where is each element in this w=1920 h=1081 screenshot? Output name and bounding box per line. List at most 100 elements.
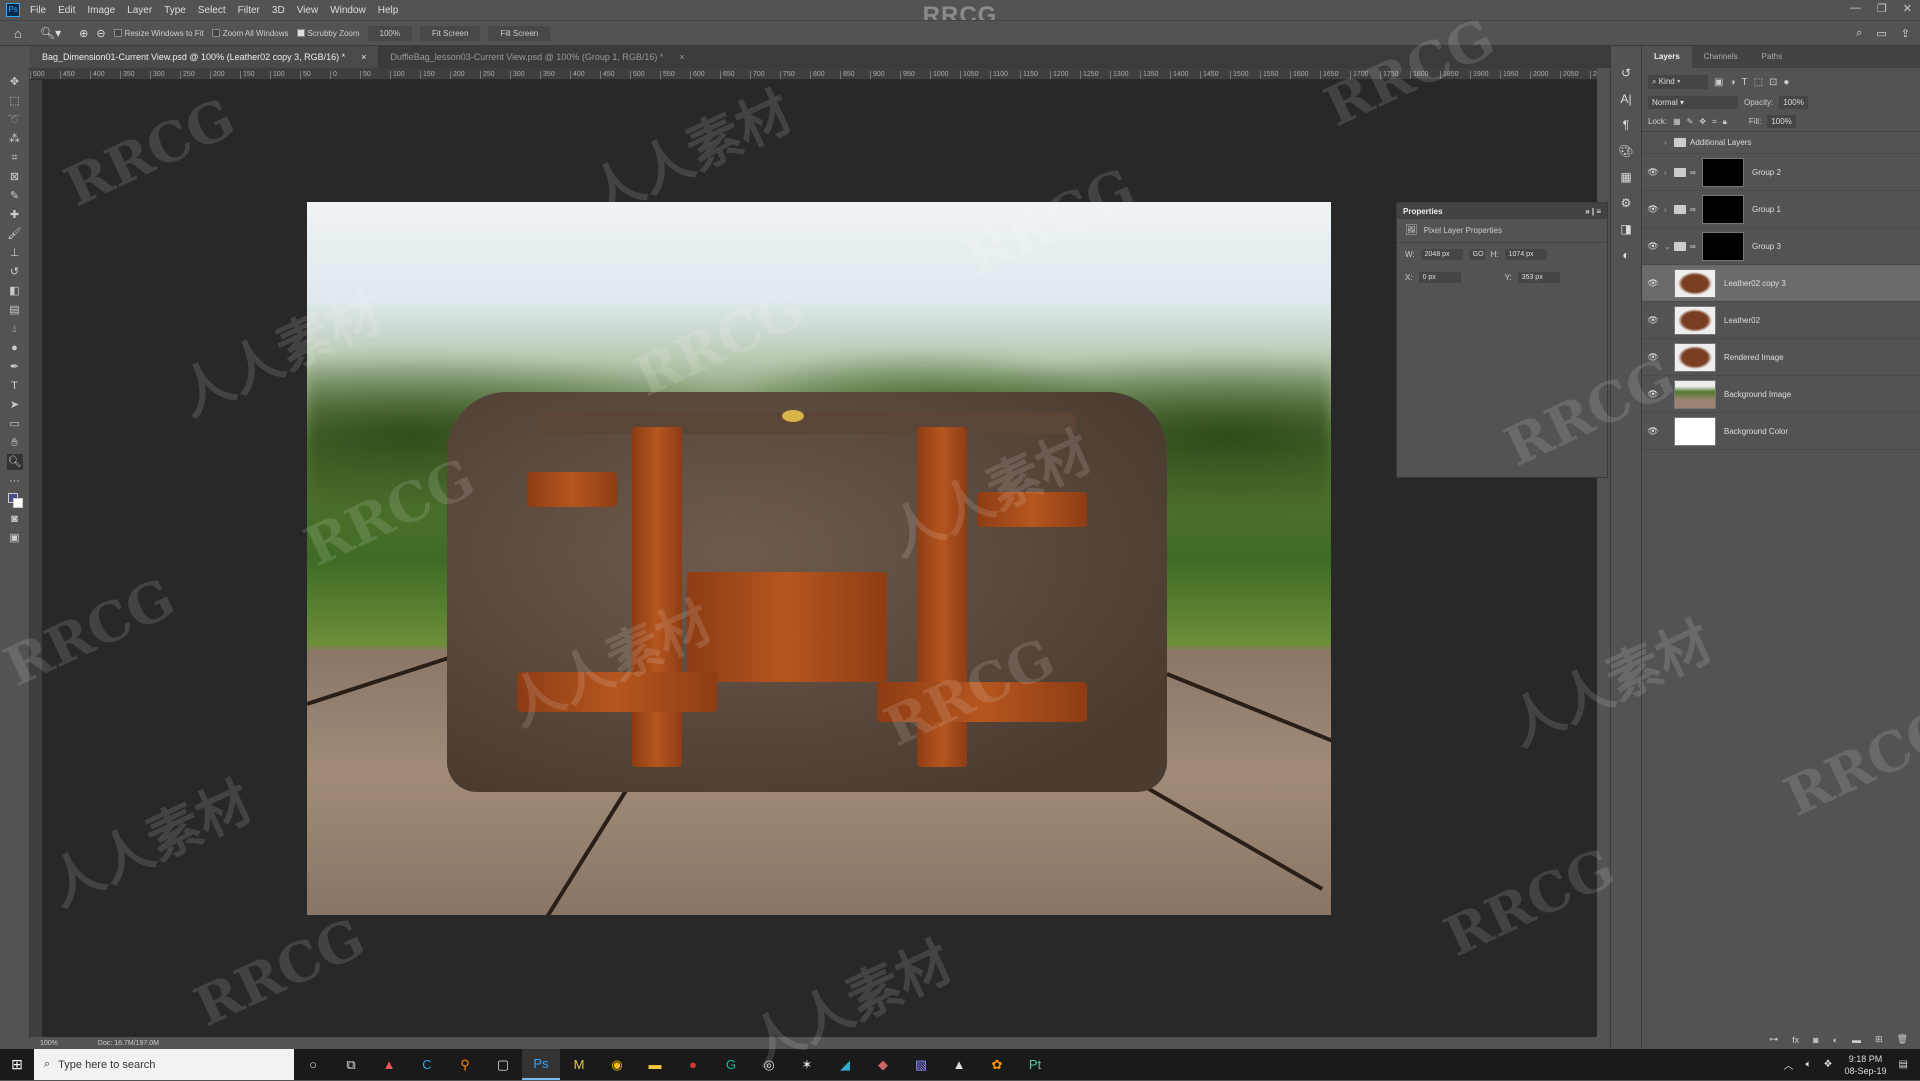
link-layers-icon[interactable]: ⊶ — [1769, 1034, 1778, 1045]
layer-row[interactable]: 👁︎ Leather02 copy 3 — [1642, 265, 1920, 302]
taskbar-search[interactable]: ⌕ Type here to search — [34, 1049, 294, 1080]
minimize-button[interactable]: — — [1850, 2, 1861, 15]
eye-icon[interactable]: 👁︎ — [1642, 167, 1664, 178]
app-icon-zbrush[interactable]: ✶ — [788, 1049, 826, 1080]
collapse-chevron-icon[interactable]: ⌄ — [1664, 242, 1674, 251]
close-tab-icon[interactable]: × — [679, 52, 684, 62]
app-icon-red[interactable]: ● — [674, 1049, 712, 1080]
pen-tool-icon[interactable]: ✒ — [7, 359, 23, 375]
eye-icon[interactable]: 👁︎ — [1642, 241, 1664, 252]
screen-mode-icon[interactable]: ▣ — [7, 530, 23, 546]
panel-tab-channels[interactable]: Channels — [1692, 46, 1750, 68]
magic-wand-tool-icon[interactable]: ⁂ — [7, 131, 23, 147]
adjustments-icon[interactable]: ◐ — [1622, 248, 1629, 262]
expand-chevron-icon[interactable]: › — [1664, 168, 1674, 177]
marquee-tool-icon[interactable]: ⬚ — [7, 93, 23, 109]
zoom-out-icon[interactable]: ⊖ — [96, 27, 105, 40]
properties-icon[interactable]: ⚙ — [1621, 196, 1632, 210]
new-group-icon[interactable]: ▬ — [1852, 1035, 1861, 1045]
healing-brush-tool-icon[interactable]: ✚ — [7, 207, 23, 223]
more-tools-icon[interactable]: ··· — [7, 473, 23, 489]
zoom-tool-icon[interactable]: 🔍︎ — [6, 453, 23, 470]
app-icon-blue[interactable]: ◢ — [826, 1049, 864, 1080]
dodge-tool-icon[interactable]: ● — [7, 340, 23, 356]
eye-icon[interactable]: 👁︎ — [1642, 278, 1664, 289]
y-field[interactable]: 353 px — [1517, 272, 1560, 283]
quick-mask-icon[interactable]: ◙ — [7, 511, 23, 527]
gradient-tool-icon[interactable]: ▤ — [7, 302, 23, 318]
document-tab[interactable]: Bag_Dimension01-Current View.psd @ 100% … — [30, 46, 379, 68]
app-icon-gray[interactable]: ◎ — [750, 1049, 788, 1080]
hand-tool-icon[interactable]: ✋︎ — [7, 435, 23, 451]
chrome-icon[interactable]: ◉ — [598, 1049, 636, 1080]
eyedropper-tool-icon[interactable]: ✎ — [7, 188, 23, 204]
layer-row[interactable]: 👁︎ Rendered Image — [1642, 339, 1920, 376]
panel-tab-paths[interactable]: Paths — [1750, 46, 1794, 68]
zoom-level[interactable]: 100% — [40, 1040, 58, 1047]
file-explorer-icon[interactable]: ▬ — [636, 1049, 674, 1080]
app-icon-cube[interactable]: ◆ — [864, 1049, 902, 1080]
workspace-icon[interactable]: ▭ — [1876, 27, 1886, 40]
app-icon-substance[interactable]: ▧ — [902, 1049, 940, 1080]
shape-tool-icon[interactable]: ▭ — [7, 416, 23, 432]
character-icon[interactable]: A| — [1620, 92, 1631, 106]
path-selection-tool-icon[interactable]: ➤ — [7, 397, 23, 413]
dropbox-icon[interactable]: ❖ — [1824, 1059, 1833, 1070]
notifications-icon[interactable]: ▤ — [1899, 1059, 1908, 1070]
expand-chevron-icon[interactable]: › — [1664, 205, 1674, 214]
layer-row[interactable]: › Additional Layers — [1642, 132, 1920, 154]
crop-tool-icon[interactable]: ⌗ — [7, 150, 23, 166]
app-icon-search-tool[interactable]: ⚲ — [446, 1049, 484, 1080]
filter-icons[interactable]: ▣◑T⬚⊡● — [1714, 77, 1795, 88]
fill-screen-button[interactable]: Fill Screen — [488, 25, 551, 41]
delete-layer-icon[interactable]: 🗑︎ — [1897, 1034, 1908, 1045]
brush-tool-icon[interactable]: 🖌︎ — [7, 226, 23, 242]
move-tool-icon[interactable]: ✥ — [7, 74, 23, 90]
panel-tab-layers[interactable]: Layers — [1642, 46, 1692, 68]
panel-menu-icon[interactable]: » | ≡ — [1585, 207, 1601, 216]
clock[interactable]: 9:18 PM 08-Sep-19 — [1845, 1053, 1887, 1077]
color-icon[interactable]: 🎨︎ — [1618, 144, 1633, 158]
link-dimensions-button[interactable]: GO — [1468, 249, 1485, 260]
windows-start-icon[interactable]: ⊞ — [0, 1056, 34, 1073]
layer-row[interactable]: 👁︎ Background Image — [1642, 376, 1920, 413]
type-tool-icon[interactable]: T — [7, 378, 23, 394]
layer-row[interactable]: 👁︎ › ∞ Group 1 — [1642, 191, 1920, 228]
home-icon[interactable]: ⌂ — [14, 26, 22, 41]
opacity-field[interactable]: 100% — [1779, 95, 1808, 109]
eye-icon[interactable]: 👁︎ — [1642, 204, 1664, 215]
zoom-value-field[interactable]: 100% — [367, 25, 412, 41]
eye-icon[interactable]: 👁︎ — [1642, 389, 1664, 400]
color-swatches[interactable] — [7, 492, 23, 508]
resize-windows-checkbox[interactable]: Resize Windows to Fit — [113, 29, 204, 38]
app-icon-mountain[interactable]: ▲ — [940, 1049, 978, 1080]
document-tab[interactable]: DuffleBag_lesson03-Current View.psd @ 10… — [378, 46, 696, 68]
layer-row[interactable]: 👁︎ ⌄ ∞ Group 3 — [1642, 228, 1920, 265]
history-icon[interactable]: ↺ — [1621, 66, 1631, 80]
fit-screen-button[interactable]: Fit Screen — [420, 25, 481, 41]
zoom-tool-icon[interactable]: 🔍︎▾ — [40, 26, 61, 40]
zoom-all-windows-checkbox[interactable]: Zoom All Windows — [211, 29, 289, 38]
cortana-icon[interactable]: ○ — [294, 1049, 332, 1080]
adjustment-layer-icon[interactable]: ◐ — [1833, 1035, 1838, 1045]
layer-filter-kind[interactable]: ⌕ Kind ▾ — [1648, 75, 1708, 89]
blend-mode-select[interactable]: Normal ▾ — [1648, 95, 1738, 109]
libraries-icon[interactable]: ◨ — [1620, 222, 1631, 236]
task-view-icon[interactable]: ⧉ — [332, 1049, 370, 1080]
app-icon-green[interactable]: G — [712, 1049, 750, 1080]
lock-icons[interactable]: ▦✎✥⌗🔒︎ — [1673, 117, 1733, 127]
swatches-icon[interactable]: ▦ — [1620, 170, 1631, 184]
fill-field[interactable]: 100% — [1767, 115, 1796, 128]
eye-icon[interactable]: 👁︎ — [1642, 352, 1664, 363]
app-icon-notes[interactable]: ▢ — [484, 1049, 522, 1080]
frame-tool-icon[interactable]: ⊠ — [7, 169, 23, 185]
app-icon-orange[interactable]: ✿ — [978, 1049, 1016, 1080]
volume-icon[interactable]: 🔈︎ — [1806, 1059, 1812, 1070]
app-icon-c[interactable]: C — [408, 1049, 446, 1080]
stamp-tool-icon[interactable]: ⊥ — [7, 245, 23, 261]
tray-chevron-icon[interactable]: ︿ — [1784, 1057, 1794, 1072]
width-field[interactable]: 2048 px — [1420, 249, 1463, 260]
close-tab-icon[interactable]: × — [361, 52, 366, 62]
app-icon-substance-painter[interactable]: Pt — [1016, 1049, 1054, 1080]
share-icon[interactable]: ⇪ — [1901, 27, 1910, 40]
